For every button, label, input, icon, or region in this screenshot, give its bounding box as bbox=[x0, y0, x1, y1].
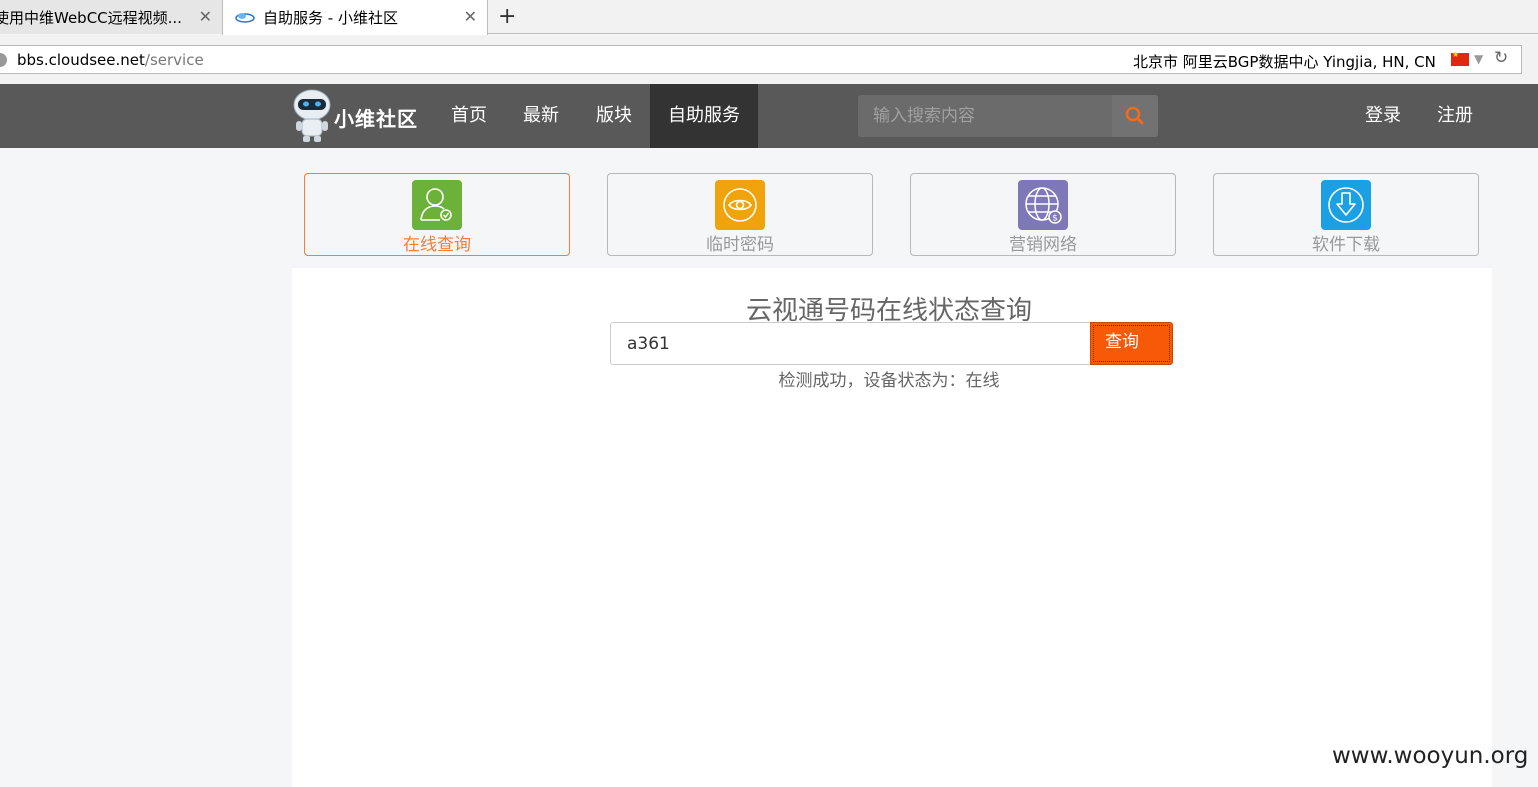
search-button[interactable] bbox=[1112, 95, 1158, 137]
card-label: 在线查询 bbox=[403, 235, 471, 255]
card-label: 临时密码 bbox=[706, 235, 774, 255]
nav-latest[interactable]: 最新 bbox=[514, 84, 568, 148]
card-online-query[interactable]: 在线查询 bbox=[304, 173, 570, 256]
china-flag-icon bbox=[1451, 50, 1469, 66]
site-header: 小维社区 首页 最新 版块 自助服务 登录 注册 bbox=[0, 84, 1538, 148]
tab-title: 使用中维WebCC远程视频... bbox=[0, 8, 182, 27]
cloudsee-number-input[interactable] bbox=[610, 322, 1092, 365]
download-icon bbox=[1321, 180, 1371, 230]
url-field[interactable]: bbs.cloudsee.net/service 北京市 阿里云BGP数据中心 … bbox=[0, 45, 1522, 74]
server-geo-info: 北京市 阿里云BGP数据中心 Yingjia, HN, CN bbox=[1133, 53, 1436, 71]
query-button[interactable]: 查询 bbox=[1090, 322, 1173, 365]
query-panel: 云视通号码在线状态查询 查询 检测成功，设备状态为：在线 bbox=[292, 268, 1492, 787]
url-text: bbs.cloudsee.net/service bbox=[17, 51, 204, 69]
nav-boards[interactable]: 版块 bbox=[587, 84, 641, 148]
register-link[interactable]: 注册 bbox=[1437, 84, 1473, 148]
url-host: bbs.cloudsee.net bbox=[17, 51, 145, 69]
svg-text:$: $ bbox=[1052, 214, 1058, 224]
robot-logo-icon bbox=[293, 89, 331, 142]
card-label: 营销网络 bbox=[1009, 235, 1077, 255]
tab-close-icon[interactable]: ✕ bbox=[199, 7, 212, 26]
browser-tab-2-active[interactable]: 自助服务 - 小维社区 ✕ bbox=[222, 0, 488, 35]
address-bar: bbs.cloudsee.net/service 北京市 阿里云BGP数据中心 … bbox=[0, 35, 1538, 84]
search-icon bbox=[1125, 106, 1144, 125]
globe-dollar-icon: $ bbox=[1018, 180, 1068, 230]
card-temp-password[interactable]: 临时密码 bbox=[607, 173, 873, 256]
nav-self-service[interactable]: 自助服务 bbox=[650, 84, 758, 148]
watermark-text: www.wooyun.org bbox=[1332, 743, 1529, 769]
cloud-favicon-icon bbox=[235, 13, 255, 23]
reload-icon[interactable]: ↻ bbox=[1494, 48, 1508, 68]
tab-title: 自助服务 - 小维社区 bbox=[263, 9, 398, 27]
logo-text: 小维社区 bbox=[334, 107, 418, 131]
eye-icon bbox=[715, 180, 765, 230]
login-link[interactable]: 登录 bbox=[1365, 84, 1401, 148]
card-software-download[interactable]: 软件下载 bbox=[1213, 173, 1479, 256]
page-info-icon[interactable] bbox=[0, 53, 7, 67]
tab-close-icon[interactable]: ✕ bbox=[464, 7, 477, 26]
user-check-icon bbox=[412, 180, 462, 230]
search-input[interactable] bbox=[858, 95, 1112, 137]
url-path: /service bbox=[144, 51, 204, 69]
browser-tab-1[interactable]: 使用中维WebCC远程视频... ✕ bbox=[0, 0, 222, 34]
new-tab-button[interactable]: + bbox=[498, 4, 516, 29]
query-result-text: 检测成功，设备状态为：在线 bbox=[778, 371, 1000, 391]
dropdown-triangle-icon[interactable]: ▼ bbox=[1474, 52, 1483, 66]
site-search bbox=[858, 95, 1158, 137]
site-logo[interactable]: 小维社区 bbox=[292, 88, 422, 144]
browser-tab-strip: 使用中维WebCC远程视频... ✕ 自助服务 - 小维社区 ✕ + bbox=[0, 0, 1538, 35]
card-sales-network[interactable]: $ 营销网络 bbox=[910, 173, 1176, 256]
card-label: 软件下载 bbox=[1312, 235, 1380, 255]
nav-home[interactable]: 首页 bbox=[442, 84, 496, 148]
